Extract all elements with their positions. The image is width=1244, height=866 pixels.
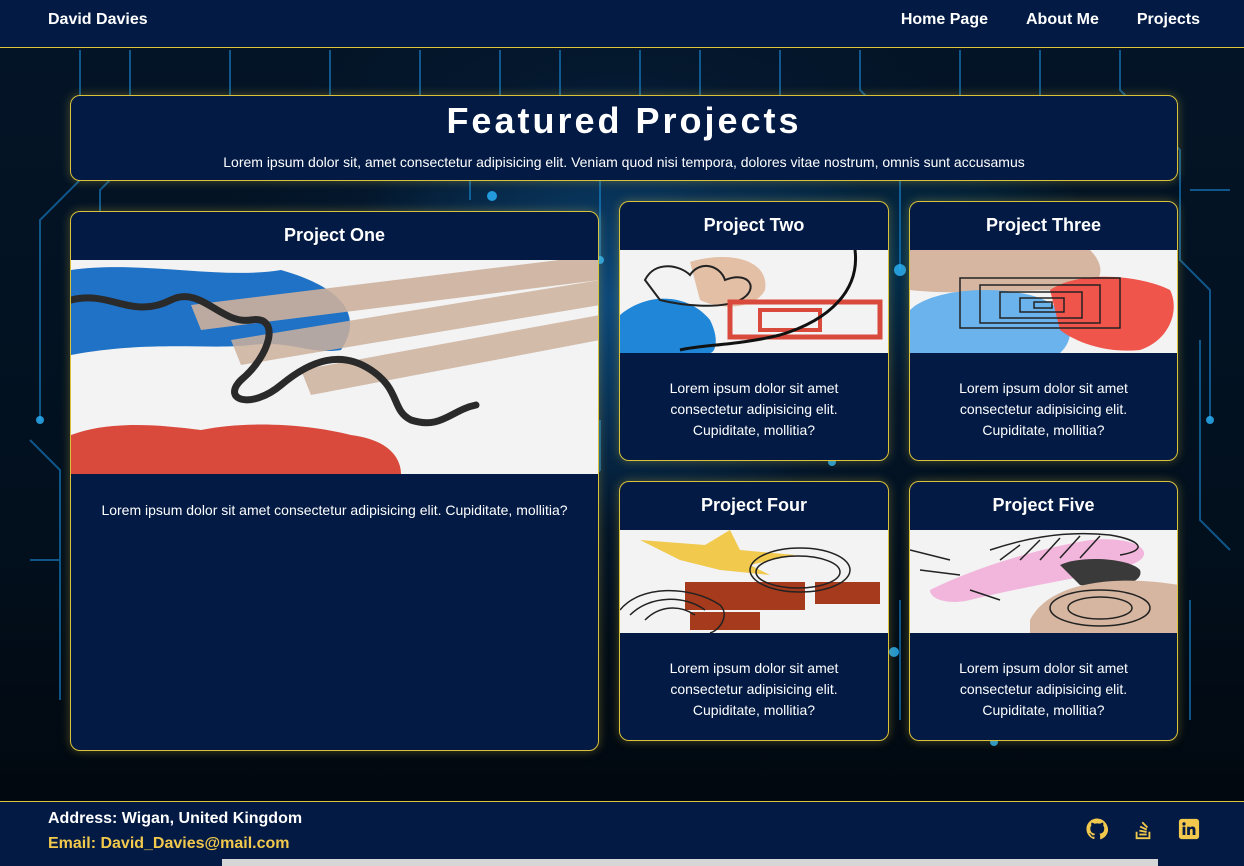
- main-nav: Home Page About Me Projects: [901, 11, 1200, 29]
- project-description: Lorem ipsum dolor sit amet consectetur a…: [669, 660, 839, 718]
- stackoverflow-icon[interactable]: [1132, 818, 1154, 840]
- project-title: Project Three: [985, 215, 1102, 235]
- nav-home-link[interactable]: Home Page: [901, 11, 988, 29]
- horizontal-scrollbar[interactable]: [222, 859, 1158, 866]
- featured-projects-banner: Featured Projects Lorem ipsum dolor sit,…: [70, 95, 1178, 181]
- linkedin-icon[interactable]: [1178, 818, 1200, 840]
- project-thumbnail: [71, 260, 598, 474]
- project-card-two[interactable]: Project Two Lorem ipsum dolor sit amet c…: [619, 201, 889, 461]
- project-card-one[interactable]: Project One Lorem ipsum dolor sit amet c…: [70, 211, 599, 751]
- github-icon[interactable]: [1086, 818, 1109, 840]
- project-title: Project Four: [700, 495, 807, 515]
- footer-address: Address: Wigan, United Kingdom: [48, 810, 303, 827]
- nav-projects-link[interactable]: Projects: [1137, 11, 1200, 29]
- page-subtitle: Lorem ipsum dolor sit, amet consectetur …: [223, 154, 1025, 170]
- project-description: Lorem ipsum dolor sit amet consectetur a…: [101, 502, 568, 518]
- top-navbar: David Davies Home Page About Me Projects: [0, 0, 1244, 48]
- project-description: Lorem ipsum dolor sit amet consectetur a…: [959, 380, 1128, 438]
- social-links: [1086, 818, 1200, 840]
- project-card-four[interactable]: Project Four Lorem ipsum dolor sit amet …: [619, 481, 889, 741]
- page-title: Featured Projects: [446, 100, 802, 141]
- brand-name[interactable]: David Davies: [48, 11, 148, 29]
- project-title: Project Five: [992, 495, 1095, 515]
- project-thumbnail: [620, 530, 888, 633]
- nav-about-link[interactable]: About Me: [1026, 11, 1099, 29]
- project-thumbnail: [910, 530, 1177, 633]
- project-thumbnail: [620, 250, 888, 353]
- footer-email[interactable]: Email: David_Davies@mail.com: [48, 835, 289, 853]
- site-footer: Address: Wigan, United Kingdom Email: Da…: [0, 801, 1244, 866]
- project-title: Project One: [283, 225, 386, 245]
- project-description: Lorem ipsum dolor sit amet consectetur a…: [669, 380, 839, 438]
- project-description: Lorem ipsum dolor sit amet consectetur a…: [959, 660, 1128, 718]
- project-card-three[interactable]: Project Three Lorem ipsum dolor sit amet…: [909, 201, 1178, 461]
- project-card-five[interactable]: Project Five Lorem ipsum dolor sit amet …: [909, 481, 1178, 741]
- project-thumbnail: [910, 250, 1177, 353]
- project-title: Project Two: [703, 215, 805, 235]
